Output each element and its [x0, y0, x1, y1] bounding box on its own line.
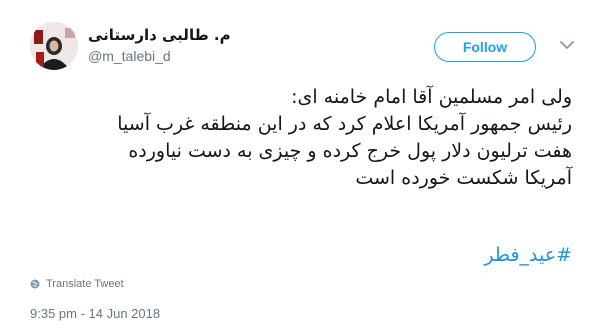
translate-label[interactable]: Translate Tweet: [46, 278, 124, 290]
avatar[interactable]: [30, 22, 78, 70]
tweet-line: هفت ترلیون دلار پول خرج کرده و چیزی به د…: [128, 140, 572, 162]
avatar-image: [30, 22, 78, 70]
hashtag-text[interactable]: #عید_فطر: [484, 244, 572, 266]
tweet-card: م. طالبی دارستانی @m_talebi_d Follow ولی…: [0, 0, 600, 333]
user-handle[interactable]: @m_talebi_d: [88, 48, 231, 64]
translate-tweet-link[interactable]: Translate Tweet: [30, 278, 124, 290]
globe-icon: [30, 279, 40, 289]
author-block: م. طالبی دارستانی @m_talebi_d: [88, 26, 231, 64]
chevron-down-icon[interactable]: [560, 40, 574, 50]
tweet-line: آمریکا شکست خورده است: [355, 167, 572, 189]
tweet-timestamp[interactable]: 9:35 pm - 14 Jun 2018: [30, 306, 160, 321]
tweet-text: ولی امر مسلمین آقا امام خامنه ای: رئیس ج…: [24, 84, 572, 192]
follow-button[interactable]: Follow: [434, 32, 536, 62]
display-name[interactable]: م. طالبی دارستانی: [88, 26, 231, 44]
hashtag-link[interactable]: #عید_فطر: [24, 244, 572, 266]
tweet-line: رئیس جمهور آمریکا اعلام کرد که در این من…: [117, 113, 572, 135]
tweet-line: ولی امر مسلمین آقا امام خامنه ای:: [291, 86, 572, 108]
